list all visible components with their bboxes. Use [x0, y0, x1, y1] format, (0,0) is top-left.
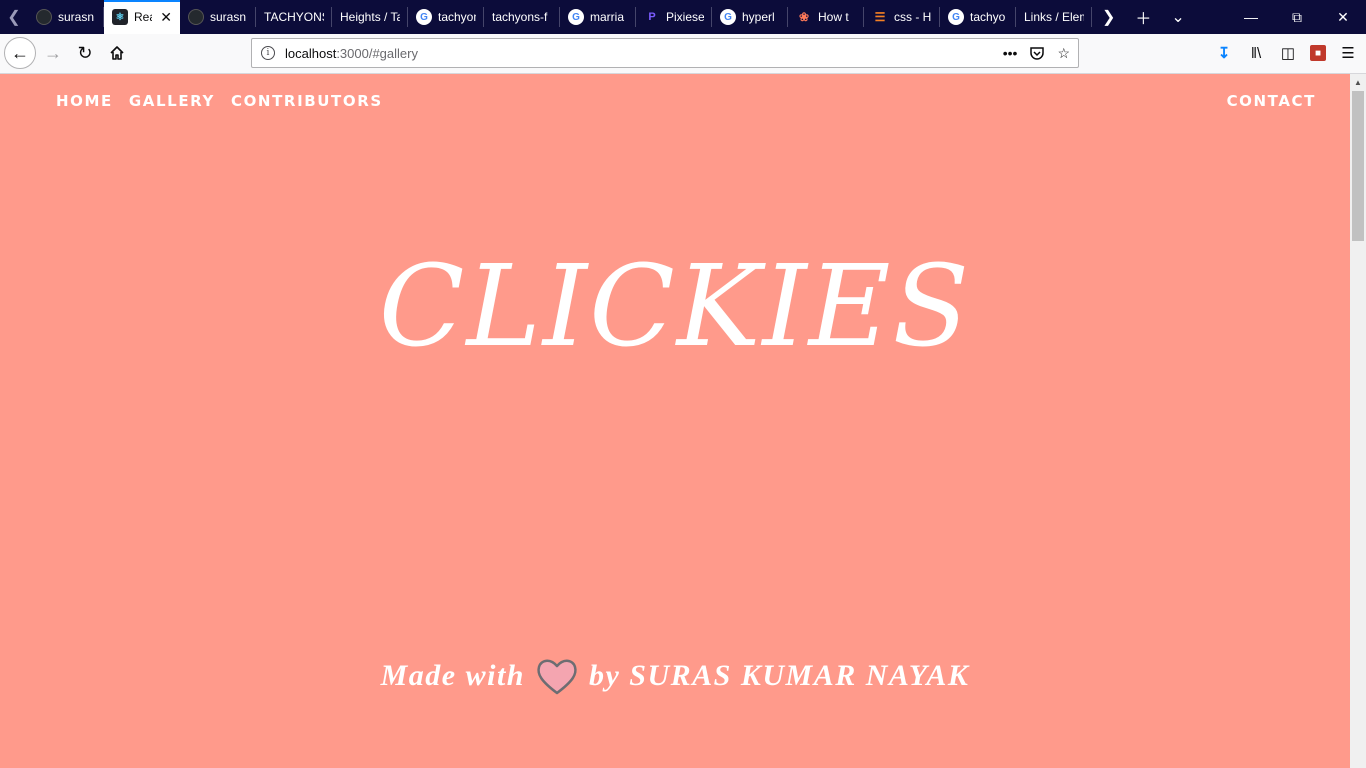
tab-label: css - H [894, 10, 932, 24]
home-button[interactable] [102, 38, 132, 68]
tab-11[interactable]: ☰ css - H [864, 0, 940, 34]
bookmark-star-icon[interactable]: ☆ [1057, 45, 1070, 62]
toolbar-right: ↧ ‖\ ◫ ■ ☰ [1214, 38, 1358, 68]
tab-13[interactable]: Links / Elements [1016, 0, 1092, 34]
scrollbar-thumb[interactable] [1352, 91, 1364, 241]
page-actions-menu-icon[interactable]: ••• [1003, 45, 1018, 61]
react-icon: ⚛ [112, 9, 128, 25]
tab-6[interactable]: tachyons-f [484, 0, 560, 34]
close-tab-icon[interactable]: ✕ [160, 9, 172, 26]
window-controls: — ⧉ ✕ [1228, 0, 1366, 34]
tab-2[interactable]: surasn [180, 0, 256, 34]
tab-label: hyperl [742, 10, 775, 24]
reload-icon: ↻ [77, 42, 93, 63]
url-path: :3000/#gallery [336, 45, 418, 61]
library-icon[interactable]: ‖\ [1246, 43, 1266, 63]
tab-label: Heights / Tachyons [340, 10, 400, 24]
pocket-icon[interactable] [1029, 45, 1045, 61]
scroll-up-arrow-icon[interactable]: ▲ [1350, 74, 1366, 90]
tab-label: tachyons [438, 10, 476, 24]
tab-0[interactable]: surasn [28, 0, 104, 34]
url-bar[interactable]: i localhost:3000/#gallery ••• ☆ [251, 38, 1079, 68]
restore-icon[interactable]: ⧉ [1274, 0, 1320, 34]
sidebar-icon[interactable]: ◫ [1278, 43, 1298, 63]
google-icon: G [720, 9, 736, 25]
tab-9[interactable]: G hyperl [712, 0, 788, 34]
google-icon: G [568, 9, 584, 25]
menu-hamburger-icon[interactable]: ☰ [1338, 43, 1358, 63]
pixie-icon: P [648, 11, 656, 23]
navigation-toolbar: ← → ↻ i localhost:3000/#gallery ••• ☆ ↧ … [0, 34, 1366, 74]
reload-button[interactable]: ↻ [70, 38, 100, 68]
footer-suffix: by SURAS KUMAR NAYAK [588, 659, 970, 692]
tab-label: tachyo [970, 10, 1006, 24]
github-icon [36, 9, 52, 25]
tab-label: tachyons-f [492, 10, 548, 24]
list-all-tabs-icon[interactable]: ⌄ [1171, 7, 1184, 27]
nav-contact-link[interactable]: CONTACT [1227, 92, 1316, 110]
tabstrip-tools: ❯ ＋ ⌄ [1092, 0, 1185, 34]
home-icon [110, 46, 124, 60]
tab-label: React App [134, 10, 152, 24]
footer-credit: Made with by SURAS KUMAR NAYAK [0, 656, 1350, 696]
close-window-icon[interactable]: ✕ [1320, 0, 1366, 34]
tab-label: surasn [210, 10, 247, 24]
page-scrollbar[interactable]: ▲ [1350, 74, 1366, 768]
back-button[interactable]: ← [4, 37, 36, 69]
hubspot-icon: ❀ [798, 10, 810, 24]
google-icon: G [948, 9, 964, 25]
tab-scroll-right-icon[interactable]: ❯ [1102, 7, 1115, 27]
tab-strip: ❮ surasn ⚛ React App ✕ surasn TACHYONS H… [0, 0, 1366, 34]
new-tab-icon[interactable]: ＋ [1135, 5, 1151, 29]
tab-label: marria [590, 10, 625, 24]
tab-3[interactable]: TACHYONS [256, 0, 332, 34]
url-field[interactable]: localhost:3000/#gallery [285, 46, 1003, 61]
tab-5[interactable]: G tachyons [408, 0, 484, 34]
site-nav: HOME GALLERY CONTRIBUTORS [56, 92, 383, 110]
downloads-icon[interactable]: ↧ [1214, 43, 1234, 63]
stackoverflow-icon: ☰ [874, 10, 886, 24]
tab-1-active[interactable]: ⚛ React App ✕ [104, 0, 180, 34]
back-arrow-icon: ← [11, 42, 29, 63]
url-host: localhost [285, 45, 337, 61]
heart-icon [537, 659, 577, 695]
nav-gallery-link[interactable]: GALLERY [129, 92, 215, 110]
extension-icon[interactable]: ■ [1310, 45, 1326, 61]
footer-prefix: Made with [380, 659, 525, 692]
tab-10[interactable]: ❀ How t [788, 0, 864, 34]
tab-label: Links / Elements [1024, 10, 1084, 24]
google-icon: G [416, 9, 432, 25]
nav-home-link[interactable]: HOME [56, 92, 113, 110]
tab-label: surasn [58, 10, 95, 24]
tab-12[interactable]: G tachyo [940, 0, 1016, 34]
url-actions: ••• ☆ [1003, 45, 1070, 62]
tab-scroll-left-button[interactable]: ❮ [0, 0, 28, 34]
minimize-icon[interactable]: — [1228, 0, 1274, 34]
tab-label: How t [818, 10, 849, 24]
forward-button[interactable]: → [38, 38, 68, 68]
tab-7[interactable]: G marria [560, 0, 636, 34]
nav-contributors-link[interactable]: CONTRIBUTORS [231, 92, 383, 110]
tab-4[interactable]: Heights / Tachyons [332, 0, 408, 34]
tab-label: Pixiese [666, 10, 704, 24]
page-content: HOME GALLERY CONTRIBUTORS CONTACT CLICKI… [0, 74, 1350, 768]
hero-title: CLICKIES [378, 242, 972, 372]
forward-arrow-icon: → [44, 42, 62, 63]
tab-label: TACHYONS [264, 10, 324, 24]
site-info-icon[interactable]: i [261, 46, 275, 60]
github-icon [188, 9, 204, 25]
tab-8[interactable]: P Pixiese [636, 0, 712, 34]
